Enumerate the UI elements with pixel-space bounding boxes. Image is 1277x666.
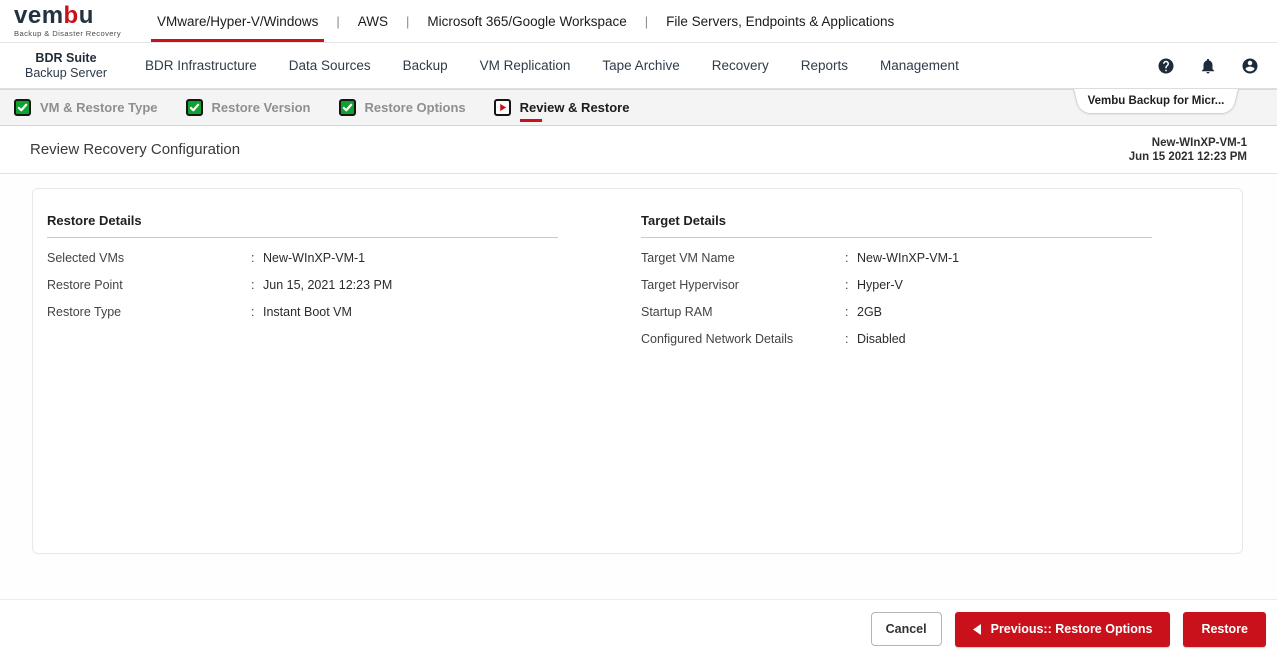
step-label: VM & Restore Type	[40, 100, 158, 115]
product-subname: Backup Server	[25, 65, 107, 80]
detail-label: Target VM Name	[641, 251, 735, 265]
detail-value: New-WInXP-VM-1	[263, 251, 366, 265]
detail-row-restore-point: Restore Point Jun 15, 2021 12:23 PM	[47, 278, 558, 292]
menu-bdr-infrastructure[interactable]: BDR Infrastructure	[145, 58, 257, 73]
check-icon	[185, 99, 203, 116]
menu-vm-replication[interactable]: VM Replication	[480, 58, 571, 73]
target-details-section: Target Details Target VM Name New-WInXP-…	[641, 213, 1152, 553]
detail-row-configured-network: Configured Network Details Disabled	[641, 332, 1152, 346]
tab-separator: |	[336, 13, 340, 29]
restore-context-meta: New-WInXP-VM-1 Jun 15 2021 12:23 PM	[1129, 136, 1247, 164]
menu-backup[interactable]: Backup	[403, 58, 448, 73]
detail-colon	[845, 332, 857, 346]
context-timestamp: Jun 15 2021 12:23 PM	[1128, 150, 1247, 163]
product-tabs: VMware/Hyper-V/Windows | AWS | Microsoft…	[151, 0, 898, 42]
detail-label: Target Hypervisor	[641, 278, 739, 292]
step-label: Restore Options	[364, 100, 466, 115]
tab-m365-google[interactable]: Microsoft 365/Google Workspace	[423, 0, 630, 42]
check-icon	[338, 99, 356, 116]
detail-label: Restore Point	[47, 278, 123, 292]
detail-value: Hyper-V	[857, 278, 903, 292]
content-area: Restore Details Selected VMs New-WInXP-V…	[0, 174, 1277, 600]
detail-label: Configured Network Details	[641, 332, 794, 346]
tab-aws[interactable]: AWS	[354, 0, 392, 42]
top-header: vembu Backup & Disaster Recovery VMware/…	[0, 0, 1277, 43]
detail-colon	[845, 305, 857, 319]
detail-label: Restore Type	[47, 305, 122, 319]
restore-details-section: Restore Details Selected VMs New-WInXP-V…	[47, 213, 558, 553]
page-title: Review Recovery Configuration	[30, 141, 241, 158]
restore-button[interactable]: Restore	[1183, 611, 1266, 647]
review-card: Restore Details Selected VMs New-WInXP-V…	[32, 188, 1243, 554]
menu-data-sources[interactable]: Data Sources	[289, 58, 371, 73]
detail-row-selected-vms: Selected VMs New-WInXP-VM-1	[47, 251, 558, 265]
detail-row-startup-ram: Startup RAM 2GB	[641, 305, 1152, 319]
detail-value: 2GB	[857, 305, 883, 319]
menu-reports[interactable]: Reports	[801, 58, 848, 73]
detail-label: Selected VMs	[47, 251, 125, 265]
menu-tape-archive[interactable]: Tape Archive	[602, 58, 679, 73]
logo-tagline: Backup & Disaster Recovery	[14, 29, 122, 38]
left-arrow-icon	[972, 623, 981, 635]
step-label: Restore Version	[211, 100, 311, 115]
detail-colon	[845, 251, 857, 265]
step-vm-restore-type[interactable]: VM & Restore Type	[14, 99, 158, 116]
previous-button-label: Previous:: Restore Options	[990, 622, 1153, 636]
tab-separator: |	[405, 13, 410, 29]
tab-label: Vembu Backup for Micr...	[1087, 95, 1225, 107]
product-name: BDR Suite	[35, 50, 97, 65]
detail-colon	[251, 251, 263, 265]
detail-colon	[251, 278, 263, 292]
detail-label: Startup RAM	[641, 305, 713, 319]
detail-row-restore-type: Restore Type Instant Boot VM	[47, 305, 558, 319]
tab-separator: |	[644, 13, 649, 29]
bell-icon[interactable]	[1199, 57, 1217, 75]
check-icon	[14, 99, 31, 116]
vembu-logo[interactable]: vembu Backup & Disaster Recovery	[14, 0, 121, 42]
main-nav-bar: BDR Suite Backup Server BDR Infrastructu…	[0, 43, 1277, 89]
previous-button[interactable]: Previous:: Restore Options	[954, 611, 1171, 647]
help-icon[interactable]	[1157, 57, 1175, 75]
page-header: Review Recovery Configuration New-WInXP-…	[0, 126, 1277, 174]
target-details-title: Target Details	[641, 213, 1152, 238]
vembu-wordmark: vembu	[14, 2, 94, 29]
footer-actions: Cancel Previous:: Restore Options Restor…	[0, 600, 1277, 658]
step-label: Review & Restore	[519, 100, 630, 122]
wizard-steps-bar: VM & Restore Type Restore Version Restor…	[0, 89, 1277, 126]
step-restore-version[interactable]: Restore Version	[185, 99, 311, 116]
play-icon	[493, 99, 511, 116]
detail-value: Instant Boot VM	[263, 305, 352, 319]
detail-row-target-hypervisor: Target Hypervisor Hyper-V	[641, 278, 1152, 292]
step-restore-options[interactable]: Restore Options	[338, 99, 466, 116]
detail-colon	[251, 305, 263, 319]
menu-management[interactable]: Management	[880, 58, 959, 73]
user-icon[interactable]	[1241, 57, 1259, 75]
detail-value: Jun 15, 2021 12:23 PM	[263, 278, 393, 292]
restore-details-title: Restore Details	[47, 213, 558, 238]
detail-value: Disabled	[857, 332, 906, 346]
header-icons	[1157, 57, 1259, 75]
product-selector[interactable]: BDR Suite Backup Server	[25, 51, 107, 81]
tab-vmware-hyperv-windows[interactable]: VMware/Hyper-V/Windows	[151, 0, 325, 42]
context-window-tab[interactable]: Vembu Backup for Micr...	[1073, 89, 1239, 116]
context-vm-name: New-WInXP-VM-1	[1151, 136, 1247, 149]
detail-value: New-WInXP-VM-1	[857, 251, 960, 265]
tab-fileservers-endpoints[interactable]: File Servers, Endpoints & Applications	[662, 0, 898, 42]
step-review-restore[interactable]: Review & Restore	[493, 99, 630, 122]
detail-colon	[845, 278, 857, 292]
main-menu: BDR Infrastructure Data Sources Backup V…	[145, 58, 959, 73]
menu-recovery[interactable]: Recovery	[712, 58, 769, 73]
detail-row-target-vm-name: Target VM Name New-WInXP-VM-1	[641, 251, 1152, 265]
cancel-button[interactable]: Cancel	[870, 612, 942, 646]
